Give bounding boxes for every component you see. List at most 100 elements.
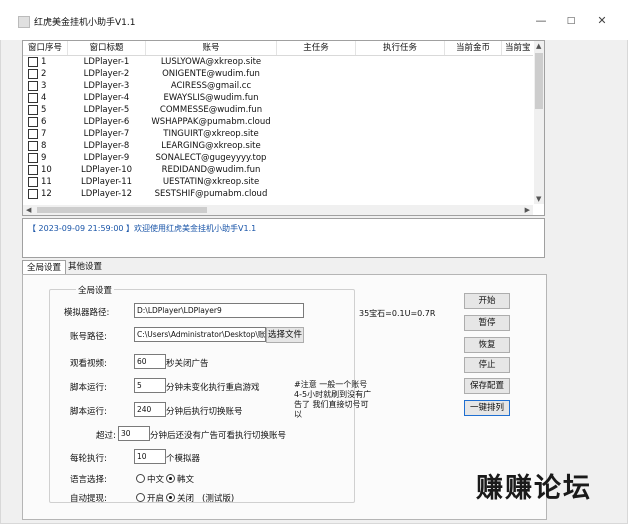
watermark-text: 赚赚论坛: [476, 473, 592, 504]
row-index: 12: [41, 189, 52, 199]
scroll-down-icon[interactable]: ▼: [536, 195, 541, 203]
h-scroll-thumb[interactable]: [37, 207, 207, 213]
account-path-input[interactable]: C:\Users\Administrator\Desktop\账号1.: [134, 327, 266, 342]
row-account: LUSLYOWA@xkreop.site: [160, 57, 262, 67]
row-checkbox[interactable]: [28, 69, 38, 79]
row-index: 6: [41, 117, 47, 127]
row-account: ONIGENTE@wudim.fun: [162, 69, 260, 79]
col-header-index[interactable]: 窗口序号: [23, 41, 68, 55]
exceed-suffix: 分钟后还没有广告可看执行切换账号: [150, 431, 287, 441]
start-button[interactable]: 开始: [464, 293, 510, 309]
table-row[interactable]: 12 LDPlayer-12 SESTSHIF@pumabm.cloud: [23, 188, 533, 200]
table-row[interactable]: 3 LDPlayer-3 ACIRESS@gmail.cc: [23, 80, 533, 92]
table-row[interactable]: 4 LDPlayer-4 EWAYSLIS@wudim.fun: [23, 92, 533, 104]
per-round-input[interactable]: 10: [134, 449, 166, 464]
row-checkbox[interactable]: [28, 105, 38, 115]
row-title: LDPlayer-2: [83, 69, 130, 79]
table-row[interactable]: 10 LDPlayer-10 REDIDAND@wudim.fun: [23, 164, 533, 176]
tab-global-settings[interactable]: 全局设置: [22, 260, 67, 275]
table-row[interactable]: 2 LDPlayer-2 ONIGENTE@wudim.fun: [23, 68, 533, 80]
app-window: 红虎美金挂机小助手V1.1 — □ ✕ 窗口序号 窗口标题 账号 主任务 执行任…: [0, 0, 628, 524]
script-run-switch-suffix: 分钟后执行切换账号: [166, 407, 243, 417]
maximize-button[interactable]: □: [556, 10, 586, 32]
row-title: LDPlayer-12: [80, 189, 133, 199]
table-row[interactable]: 9 LDPlayer-9 SONALECT@gugeyyyy.top: [23, 152, 533, 164]
scroll-left-icon[interactable]: ◀: [26, 206, 31, 214]
row-title: LDPlayer-6: [83, 117, 130, 127]
row-checkbox[interactable]: [28, 81, 38, 91]
table-row[interactable]: 7 LDPlayer-7 TINGUIRT@xkreop.site: [23, 128, 533, 140]
col-header-exec-task[interactable]: 执行任务: [356, 41, 445, 55]
close-button[interactable]: ✕: [587, 10, 617, 32]
language-korean-radio[interactable]: [166, 474, 175, 483]
browse-file-button[interactable]: 选择文件: [266, 327, 304, 343]
row-checkbox[interactable]: [28, 153, 38, 163]
scroll-right-icon[interactable]: ▶: [525, 206, 530, 214]
auto-withdraw-off-radio[interactable]: [166, 493, 175, 502]
col-header-gem[interactable]: 当前宝: [502, 41, 537, 55]
exceed-input[interactable]: 30: [118, 426, 150, 441]
auto-withdraw-label: 自动提现:: [70, 494, 107, 504]
stop-button[interactable]: 停止: [464, 357, 510, 373]
language-korean-label[interactable]: 韩文: [177, 473, 194, 485]
emulator-path-input[interactable]: D:\LDPlayer\LDPlayer9: [134, 303, 304, 318]
col-header-account[interactable]: 账号: [146, 41, 277, 55]
language-chinese-label[interactable]: 中文: [147, 473, 164, 485]
row-title: LDPlayer-8: [83, 141, 130, 151]
row-checkbox[interactable]: [28, 165, 38, 175]
scroll-thumb[interactable]: [535, 53, 543, 109]
row-index: 4: [41, 93, 47, 103]
pause-button[interactable]: 暂停: [464, 315, 510, 331]
script-run-switch-input[interactable]: 240: [134, 402, 166, 417]
script-run-restart-input[interactable]: 5: [134, 378, 166, 393]
table-row[interactable]: 1 LDPlayer-1 LUSLYOWA@xkreop.site: [23, 56, 533, 68]
row-title: LDPlayer-1: [83, 57, 130, 67]
per-round-label: 每轮执行:: [70, 454, 107, 464]
grid-header: 窗口序号 窗口标题 账号 主任务 执行任务 当前金币 当前宝: [23, 41, 537, 56]
save-config-button[interactable]: 保存配置: [464, 378, 510, 394]
row-checkbox[interactable]: [28, 177, 38, 187]
row-checkbox[interactable]: [28, 57, 38, 67]
row-checkbox[interactable]: [28, 189, 38, 199]
auto-withdraw-note: (测试版): [202, 494, 235, 504]
col-header-title[interactable]: 窗口标题: [68, 41, 146, 55]
row-checkbox[interactable]: [28, 141, 38, 151]
arrange-button[interactable]: 一键排列: [464, 400, 510, 416]
row-checkbox[interactable]: [28, 93, 38, 103]
auto-withdraw-on-label[interactable]: 开启: [147, 492, 164, 504]
row-checkbox[interactable]: [28, 129, 38, 139]
table-row[interactable]: 5 LDPlayer-5 COMMESSE@wudim.fun: [23, 104, 533, 116]
emulator-path-label: 模拟器路径:: [64, 308, 110, 318]
table-row[interactable]: 6 LDPlayer-6 WSHAPPAK@pumabm.cloud: [23, 116, 533, 128]
row-index: 11: [41, 177, 52, 187]
resume-button[interactable]: 恢复: [464, 337, 510, 353]
tab-other-settings[interactable]: 其他设置: [64, 260, 106, 274]
group-title: 全局设置: [76, 284, 115, 296]
auto-withdraw-off-label[interactable]: 关闭: [177, 492, 194, 504]
minimize-button[interactable]: —: [526, 10, 556, 32]
title-bar: 红虎美金挂机小助手V1.1 — □ ✕: [0, 0, 628, 40]
script-run-restart-label: 脚本运行:: [70, 383, 107, 393]
row-account: WSHAPPAK@pumabm.cloud: [151, 117, 271, 127]
log-output[interactable]: 【 2023-09-09 21:59:00 】欢迎使用红虎美金挂机小助手V1.1: [22, 218, 545, 258]
col-header-main-task[interactable]: 主任务: [277, 41, 356, 55]
col-header-gold[interactable]: 当前金币: [445, 41, 502, 55]
row-title: LDPlayer-10: [80, 165, 133, 175]
window-title: 红虎美金挂机小助手V1.1: [34, 18, 136, 28]
language-chinese-radio[interactable]: [136, 474, 145, 483]
row-account: ACIRESS@gmail.cc: [170, 81, 252, 91]
horizontal-scrollbar[interactable]: ◀ ▶: [23, 205, 533, 215]
row-index: 9: [41, 153, 47, 163]
row-title: LDPlayer-9: [83, 153, 130, 163]
log-line: 【 2023-09-09 21:59:00 】欢迎使用红虎美金挂机小助手V1.1: [28, 224, 257, 233]
watch-video-input[interactable]: 60: [134, 354, 166, 369]
table-row[interactable]: 8 LDPlayer-8 LEARGING@xkreop.site: [23, 140, 533, 152]
app-icon: [18, 16, 30, 28]
language-label: 语言选择:: [70, 475, 107, 485]
vertical-scrollbar[interactable]: ▲ ▼: [534, 41, 544, 204]
auto-withdraw-on-radio[interactable]: [136, 493, 145, 502]
table-row[interactable]: 11 LDPlayer-11 UESTATIN@xkreop.site: [23, 176, 533, 188]
window-list-grid[interactable]: 窗口序号 窗口标题 账号 主任务 执行任务 当前金币 当前宝 1 LDPlayer…: [22, 40, 545, 216]
row-checkbox[interactable]: [28, 117, 38, 127]
scroll-up-icon[interactable]: ▲: [536, 42, 541, 50]
